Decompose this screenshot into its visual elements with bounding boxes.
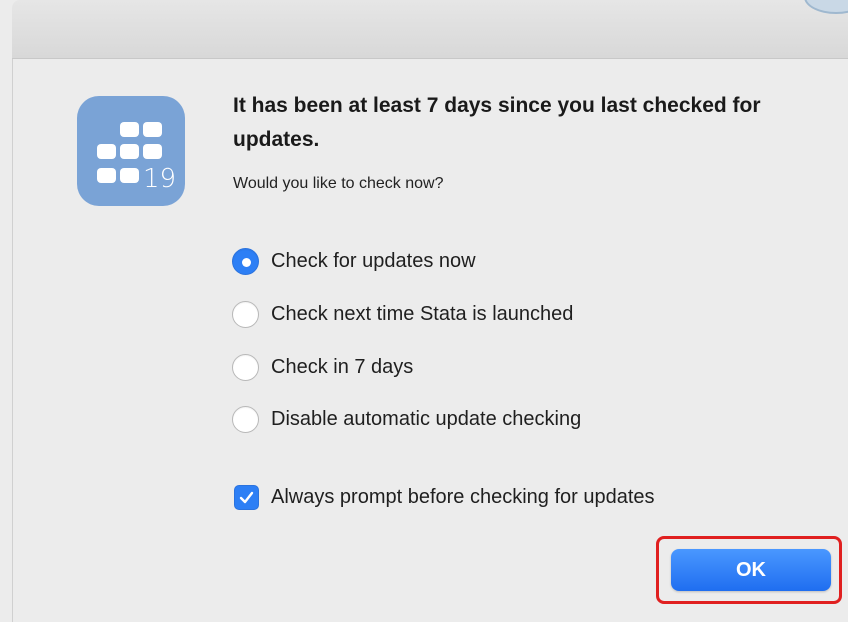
- option-check-in-7-days[interactable]: Check in 7 days: [232, 352, 413, 382]
- icon-version-number: 19: [143, 164, 177, 194]
- dialog-subtitle: Would you like to check now?: [233, 175, 444, 192]
- icon-grid-square: [97, 144, 116, 159]
- stata-app-icon: 19: [77, 96, 185, 206]
- option-label: Check next time Stata is launched: [271, 302, 574, 325]
- icon-grid-square: [120, 144, 139, 159]
- icon-grid-square: [97, 168, 116, 183]
- window-corner-decoration: [804, 0, 848, 14]
- radio-button[interactable]: [232, 353, 259, 381]
- option-label: Disable automatic update checking: [271, 407, 582, 430]
- option-disable-checking[interactable]: Disable automatic update checking: [232, 404, 581, 434]
- dialog-titlebar[interactable]: [12, 0, 848, 59]
- option-check-next-launch[interactable]: Check next time Stata is launched: [232, 299, 573, 329]
- checkmark-icon: [239, 491, 254, 503]
- icon-grid-square: [120, 168, 139, 183]
- icon-grid-square: [143, 144, 162, 159]
- always-prompt-checkbox[interactable]: [234, 484, 259, 510]
- always-prompt-checkbox-row[interactable]: Always prompt before checking for update…: [234, 482, 655, 512]
- dialog-title: It has been at least 7 days since you la…: [233, 94, 761, 151]
- option-label: Check in 7 days: [271, 355, 414, 378]
- radio-button[interactable]: [232, 300, 259, 328]
- ok-button[interactable]: OK: [671, 549, 831, 591]
- icon-grid-square: [120, 122, 139, 137]
- icon-grid-square: [143, 122, 162, 137]
- update-dialog: 19 It has been at least 7 days since you…: [0, 0, 848, 622]
- option-check-now[interactable]: Check for updates now: [232, 246, 476, 276]
- radio-button[interactable]: [232, 405, 259, 433]
- checkbox-label: Always prompt before checking for update…: [271, 485, 655, 508]
- radio-button-selected[interactable]: [232, 247, 259, 275]
- option-label: Check for updates now: [271, 249, 476, 272]
